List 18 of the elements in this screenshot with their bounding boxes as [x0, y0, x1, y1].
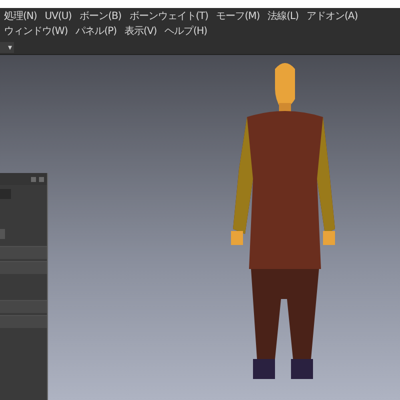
- panel-bar[interactable]: [0, 315, 47, 328]
- menu-item[interactable]: ウィンドウ(W): [2, 24, 70, 39]
- menu-item[interactable]: ボーンウェイト(T): [127, 9, 210, 24]
- menu-item[interactable]: モーフ(M): [214, 9, 262, 24]
- menu-item[interactable]: アドオン(A): [304, 9, 360, 24]
- panel-dropdown[interactable]: [0, 229, 5, 239]
- menu-item[interactable]: パネル(P): [74, 24, 119, 39]
- 3d-viewport[interactable]: [0, 55, 400, 400]
- menu-item[interactable]: 法線(L): [266, 9, 300, 24]
- menu-item[interactable]: UV(U): [42, 9, 74, 24]
- panel-bar[interactable]: [0, 300, 47, 313]
- menu-item[interactable]: 処理(N): [2, 9, 39, 24]
- menu-item[interactable]: ヘルプ(H): [162, 24, 210, 39]
- panel-bar[interactable]: [0, 261, 47, 274]
- panel-bar[interactable]: [0, 246, 47, 259]
- menu-item[interactable]: 表示(V): [122, 24, 159, 39]
- menu-item[interactable]: ボーン(B): [78, 9, 124, 24]
- dropdown-button[interactable]: ▾: [0, 42, 14, 52]
